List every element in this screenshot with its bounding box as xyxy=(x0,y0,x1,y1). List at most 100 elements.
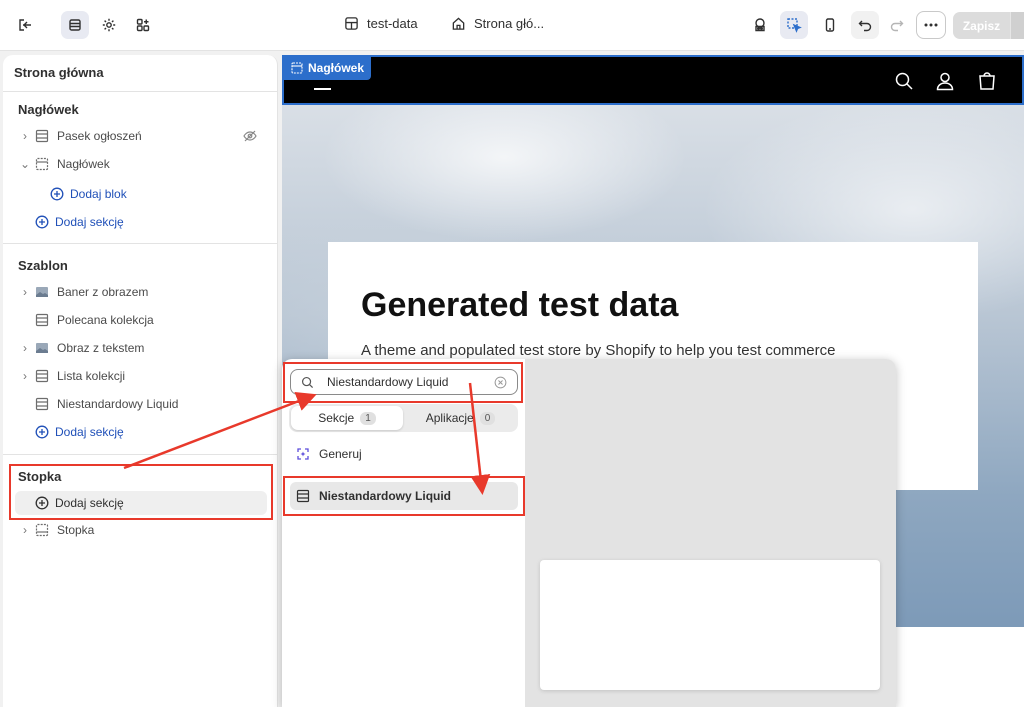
header-icon xyxy=(35,157,51,171)
count-badge: 1 xyxy=(360,411,376,425)
plus-circle-icon xyxy=(50,187,64,201)
count-badge: 0 xyxy=(479,411,496,425)
save-button[interactable]: Zapisz xyxy=(953,12,1010,39)
top-bar: test-data Strona głó... Zapisz xyxy=(0,0,1024,51)
tab-label: Aplikacje xyxy=(425,411,474,425)
select-icon xyxy=(787,18,802,33)
cart-icon[interactable] xyxy=(977,71,997,91)
sparkle-icon xyxy=(297,448,309,460)
sidebar-item-footer[interactable]: › Stopka xyxy=(18,519,273,541)
inspector-button[interactable] xyxy=(746,11,774,39)
sidebar-item-label: Obraz z tekstem xyxy=(57,341,145,355)
chevron-right-icon[interactable]: › xyxy=(18,369,32,383)
section-preview-thumbnail xyxy=(540,560,880,690)
sidebar-title: Strona główna xyxy=(14,65,104,80)
undo-button[interactable] xyxy=(851,11,879,39)
chevron-right-icon[interactable]: › xyxy=(18,523,32,537)
sidebar-item-featured-collection[interactable]: Polecana kolekcja xyxy=(18,309,273,331)
apps-button[interactable] xyxy=(129,11,157,39)
doc-title: test-data xyxy=(367,16,418,31)
search-icon xyxy=(301,376,314,388)
add-section-label: Dodaj sekcję xyxy=(55,425,124,439)
section-icon xyxy=(35,313,51,327)
chevron-right-icon[interactable]: › xyxy=(18,341,32,355)
search-icon[interactable] xyxy=(894,71,914,91)
account-icon[interactable] xyxy=(935,71,955,91)
home-icon xyxy=(452,17,465,30)
section-icon xyxy=(35,129,51,143)
eye-off-icon[interactable] xyxy=(243,129,257,143)
sidebar-item-label: Polecana kolekcja xyxy=(57,313,154,327)
template-group-heading: Szablon xyxy=(18,258,68,273)
sidebar-item-image-with-text[interactable]: › Obraz z tekstem xyxy=(18,337,273,359)
add-block-button[interactable]: Dodaj blok xyxy=(50,183,250,205)
chevron-right-icon[interactable]: › xyxy=(18,129,32,143)
redo-button[interactable] xyxy=(883,11,911,39)
store-selector[interactable]: test-data xyxy=(344,16,418,31)
select-mode-button[interactable] xyxy=(780,11,808,39)
more-button[interactable] xyxy=(916,11,946,39)
add-section-label: Dodaj sekcję xyxy=(55,215,124,229)
popup-tabs: Sekcje 1 Aplikacje 0 xyxy=(289,404,518,432)
sidebar-item-custom-liquid[interactable]: Niestandardowy Liquid xyxy=(18,393,273,415)
plus-circle-icon xyxy=(35,496,49,510)
footer-group-heading: Stopka xyxy=(18,469,62,484)
section-icon xyxy=(35,369,51,383)
chevron-right-icon[interactable]: › xyxy=(18,285,32,299)
selected-section-tag[interactable]: Nagłówek xyxy=(284,55,372,80)
add-section-button-header[interactable]: Dodaj sekcję xyxy=(35,211,235,233)
menu-icon[interactable] xyxy=(314,88,331,90)
section-icon xyxy=(296,489,310,503)
mobile-preview-button[interactable] xyxy=(816,11,844,39)
search-value: Niestandardowy Liquid xyxy=(327,375,449,389)
add-section-button-template[interactable]: Dodaj sekcję xyxy=(35,421,235,443)
sidebar-item-image-banner[interactable]: › Baner z obrazem xyxy=(18,281,273,303)
theme-settings-button[interactable] xyxy=(95,11,123,39)
hero-title: Generated test data xyxy=(361,286,679,324)
page-title: Strona głó... xyxy=(474,16,545,31)
tab-apps[interactable]: Aplikacje 0 xyxy=(405,406,516,430)
generate-label: Generuj xyxy=(319,447,362,461)
redo-icon xyxy=(890,20,904,32)
add-section-popup: Niestandardowy Liquid Sekcje 1 Aplikacje… xyxy=(282,359,896,707)
sidebar-item-label: Nagłówek xyxy=(57,157,110,171)
sections-icon xyxy=(69,19,81,31)
sidebar-item-label: Baner z obrazem xyxy=(57,285,149,299)
header-group-heading: Nagłówek xyxy=(18,102,79,117)
tab-sections[interactable]: Sekcje 1 xyxy=(291,406,403,430)
divider xyxy=(3,243,278,244)
mobile-icon xyxy=(825,18,835,32)
gear-icon xyxy=(102,18,116,32)
sidebar-item-announcement-bar[interactable]: › Pasek ogłoszeń xyxy=(18,125,273,147)
sidebar-item-label: Stopka xyxy=(57,523,95,537)
section-preview-pane xyxy=(525,359,896,707)
save-dropdown-button[interactable] xyxy=(1010,12,1024,39)
tag-label: Nagłówek xyxy=(308,60,365,75)
add-section-button-footer[interactable]: Dodaj sekcję xyxy=(15,491,267,515)
clear-icon[interactable] xyxy=(494,376,507,389)
image-icon xyxy=(35,285,51,299)
image-icon xyxy=(35,341,51,355)
store-icon xyxy=(345,17,358,30)
plus-circle-icon xyxy=(35,215,49,229)
plus-circle-icon xyxy=(35,425,49,439)
sidebar-item-header[interactable]: ⌄ Nagłówek xyxy=(18,153,273,175)
search-input[interactable]: Niestandardowy Liquid xyxy=(290,369,518,395)
header-icon xyxy=(291,61,303,74)
tab-label: Sekcje xyxy=(318,411,355,425)
sidebar-item-label: Niestandardowy Liquid xyxy=(57,397,179,411)
divider xyxy=(3,454,278,455)
chevron-down-icon[interactable]: ⌄ xyxy=(18,157,32,171)
sidebar-item-collection-list[interactable]: › Lista kolekcji xyxy=(18,365,273,387)
sidebar: Strona główna Nagłówek › Pasek ogłoszeń … xyxy=(3,55,278,707)
generate-button[interactable]: Generuj xyxy=(290,440,518,468)
exit-button[interactable] xyxy=(11,11,39,39)
result-label: Niestandardowy Liquid xyxy=(319,489,452,503)
sections-button[interactable] xyxy=(61,11,89,39)
hero-subtitle: A theme and populated test store by Shop… xyxy=(361,342,836,359)
preview-header[interactable]: Nagłówek xyxy=(282,55,1024,105)
inspector-icon xyxy=(755,18,765,32)
result-custom-liquid[interactable]: Niestandardowy Liquid xyxy=(290,482,518,510)
section-icon xyxy=(35,397,51,411)
page-selector[interactable]: Strona głó... xyxy=(451,16,544,31)
